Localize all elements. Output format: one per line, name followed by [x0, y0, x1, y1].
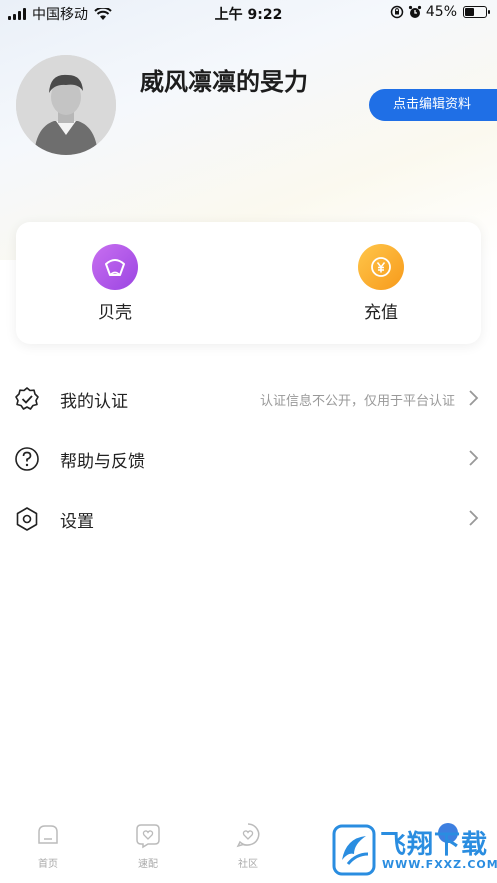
battery-icon	[463, 6, 490, 18]
home-icon	[38, 825, 58, 844]
nav-label-home: 首页	[38, 859, 58, 870]
signal-icon	[8, 8, 26, 20]
username: 威风凛凛的旻力	[140, 68, 308, 96]
hexagon-settings-icon	[16, 507, 38, 531]
menu-item-verification[interactable]: 我的认证 认证信息不公开，仅用于平台认证	[0, 374, 497, 422]
help-circle-icon	[15, 447, 39, 471]
watermark-brand: 飞翔下载	[380, 830, 489, 860]
nav-item-match[interactable]: 速配	[118, 821, 178, 870]
wifi-icon	[94, 8, 112, 20]
battery-percent: 45%	[425, 4, 457, 20]
watermark-logo-icon	[332, 824, 376, 876]
shell-icon	[92, 244, 138, 290]
status-bar: 中国移动 上午 9:22 45%	[0, 0, 497, 26]
verified-badge-icon	[15, 387, 39, 410]
chevron-right-icon	[469, 390, 479, 406]
nav-item-home[interactable]: 首页	[18, 821, 78, 870]
battery-level	[465, 8, 474, 16]
status-left: 中国移动	[8, 4, 112, 24]
menu-item-help[interactable]: 帮助与反馈	[0, 434, 497, 482]
watermark-url: WWW.FXXZ.COM	[382, 858, 497, 871]
wallet-item-recharge[interactable]: 充值	[331, 244, 431, 323]
yuan-icon	[358, 244, 404, 290]
carrier-name: 中国移动	[32, 7, 88, 23]
status-right: 45%	[390, 4, 490, 20]
verification-note: 认证信息不公开，仅用于平台认证	[259, 394, 455, 409]
avatar[interactable]	[16, 55, 116, 155]
wallet-card: 贝壳 充值	[16, 222, 481, 344]
nav-label-community: 社区	[238, 859, 258, 870]
heart-match-icon	[136, 824, 160, 849]
menu-item-settings[interactable]: 设置	[0, 494, 497, 542]
default-avatar-icon	[16, 55, 116, 155]
menu-label-settings: 设置	[60, 512, 94, 532]
nav-label-match: 速配	[138, 859, 158, 870]
nav-item-community[interactable]: 社区	[218, 821, 278, 870]
edit-profile-button[interactable]: 点击编辑资料	[369, 89, 497, 121]
chevron-right-icon	[469, 510, 479, 526]
rotation-lock-icon	[390, 5, 404, 19]
menu-label-help: 帮助与反馈	[60, 452, 145, 472]
alarm-icon	[408, 5, 421, 18]
wallet-label-recharge: 充值	[364, 303, 398, 323]
wallet-item-shell[interactable]: 贝壳	[65, 244, 165, 323]
menu-label-verification: 我的认证	[60, 392, 128, 412]
chevron-right-icon	[469, 450, 479, 466]
wallet-label-shell: 贝壳	[98, 303, 132, 323]
heart-chat-icon	[236, 823, 260, 848]
watermark: 飞翔下载 WWW.FXXZ.COM	[332, 822, 497, 878]
